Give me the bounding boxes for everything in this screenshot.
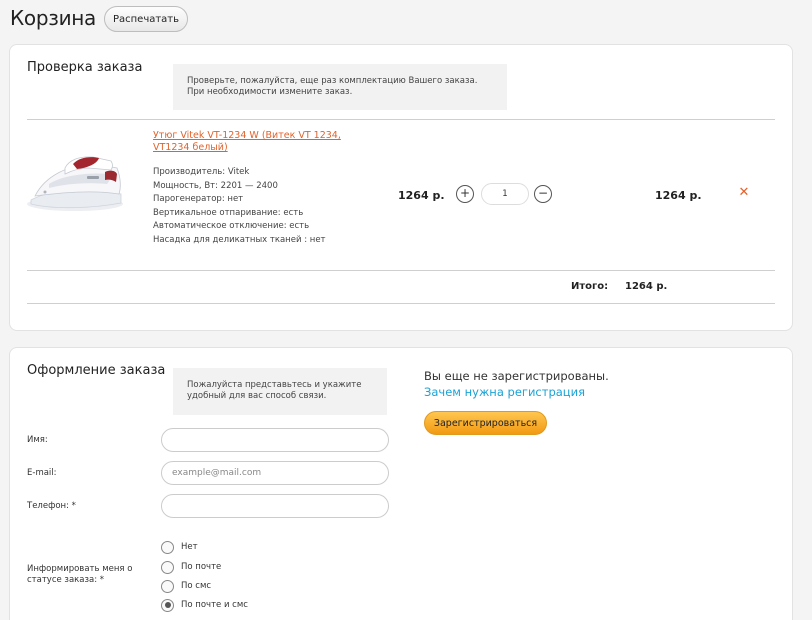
- product-image[interactable]: [25, 124, 127, 226]
- notify-option-email[interactable]: По почте: [161, 560, 221, 574]
- radio-label: По смс: [181, 581, 212, 591]
- section-title: Проверка заказа: [27, 60, 143, 75]
- remove-item-icon[interactable]: ✕: [736, 185, 752, 201]
- why-register-link[interactable]: Зачем нужна регистрация: [424, 385, 585, 399]
- product-properties: Производитель: Vitek Мощность, Вт: 2201 …: [153, 166, 326, 248]
- product-name-link[interactable]: Утюг Vitek VT-1234 W (Витек VT 1234, VT1…: [153, 130, 343, 154]
- order-check-panel: Проверка заказа Проверьте, пожалуйста, е…: [9, 44, 793, 331]
- divider: [27, 303, 775, 304]
- hint-text: Проверьте, пожалуйста, еще раз комплекта…: [187, 76, 478, 97]
- hint-box: Проверьте, пожалуйста, еще раз комплекта…: [173, 64, 507, 110]
- divider: [27, 270, 775, 271]
- radio-button[interactable]: [161, 579, 174, 593]
- not-registered-text: Вы еще не зарегистрированы.: [424, 369, 609, 383]
- total-value: 1264 р.: [625, 281, 668, 292]
- radio-label: Нет: [181, 542, 198, 552]
- section-title: Оформление заказа: [27, 363, 166, 378]
- product-property: Производитель: Vitek: [153, 167, 250, 177]
- line-total: 1264 р.: [655, 189, 702, 202]
- product-property: Вертикальное отпаривание: есть: [153, 207, 304, 218]
- total-label: Итого:: [571, 281, 609, 292]
- quantity-increase-button[interactable]: +: [456, 185, 474, 203]
- notify-label: Информировать меня о статусе заказа: *: [27, 564, 133, 585]
- order-form-panel: Оформление заказа Пожалуйста представьте…: [9, 347, 793, 620]
- product-property: Мощность, Вт: 2201 — 2400: [153, 180, 278, 191]
- product-property: Автоматическое отключение: есть: [153, 221, 310, 232]
- page-title: Корзина: [10, 6, 96, 30]
- email-label: E-mail:: [27, 468, 57, 478]
- hint-text: Пожалуйста представьтесь и укажите удобн…: [187, 380, 362, 401]
- phone-label: Телефон: *: [27, 501, 76, 511]
- phone-field[interactable]: [161, 494, 389, 518]
- radio-button[interactable]: [161, 560, 174, 574]
- divider: [27, 119, 775, 120]
- register-button[interactable]: Зарегистрироваться: [424, 411, 547, 435]
- product-property: Насадка для деликатных тканей : нет: [153, 234, 326, 245]
- quantity-input[interactable]: [481, 183, 529, 205]
- notify-option-email-sms[interactable]: По почте и смс: [161, 598, 248, 612]
- radio-button-checked[interactable]: [161, 598, 174, 612]
- email-field[interactable]: [161, 461, 389, 485]
- unit-price: 1264 р.: [398, 189, 445, 202]
- print-button[interactable]: Распечатать: [104, 6, 188, 32]
- radio-label: По почте и смс: [181, 600, 248, 610]
- product-property: Парогенератор: нет: [153, 194, 244, 205]
- name-label: Имя:: [27, 435, 48, 445]
- name-field[interactable]: [161, 428, 389, 452]
- quantity-decrease-button[interactable]: −: [534, 185, 552, 203]
- hint-box: Пожалуйста представьтесь и укажите удобн…: [173, 368, 387, 415]
- radio-label: По почте: [181, 562, 222, 572]
- notify-option-sms[interactable]: По смс: [161, 579, 211, 593]
- notify-option-none[interactable]: Нет: [161, 540, 198, 554]
- radio-button[interactable]: [161, 540, 174, 554]
